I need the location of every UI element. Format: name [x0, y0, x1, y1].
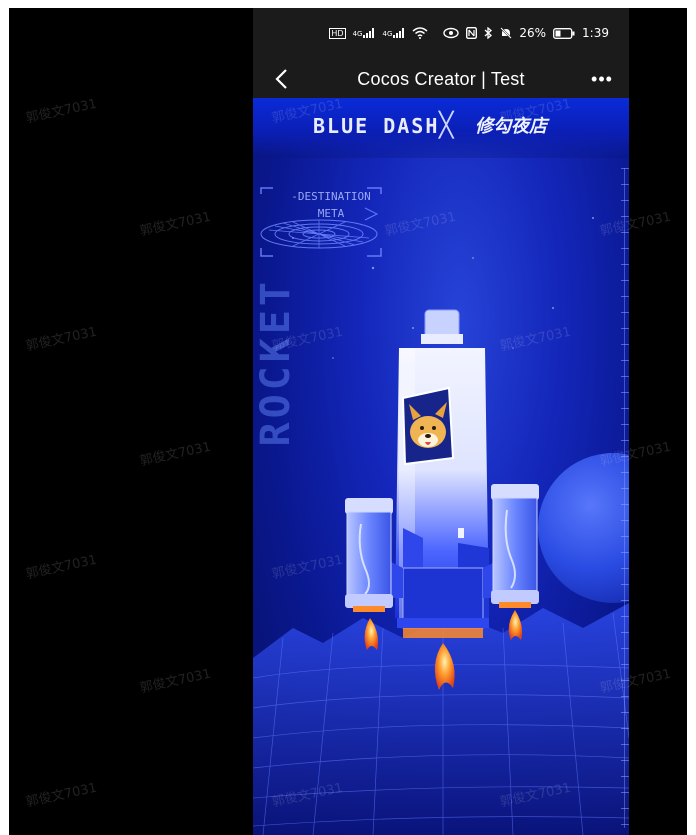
more-dots-icon: ••• — [591, 68, 613, 89]
nfc-icon — [466, 27, 478, 39]
partner-logo: 修勾夜店 — [475, 116, 547, 137]
watermark: 郭俊文7031 — [24, 96, 99, 127]
watermark: 郭俊文7031 — [24, 552, 99, 583]
watermark: 郭俊文7031 — [138, 439, 213, 470]
destination-label: -DESTINATION META — [271, 188, 391, 222]
destination-line-2: META — [317, 207, 345, 220]
side-ruler-ticks — [621, 168, 629, 828]
back-arrow-icon — [275, 69, 287, 89]
phone-screen: HD 4G 4G 26% 1:39 Cocos Creator | Test •… — [253, 8, 629, 835]
page-title: Cocos Creator | Test — [357, 69, 525, 89]
video-frame: HD 4G 4G 26% 1:39 Cocos Creator | Test •… — [9, 8, 687, 835]
game-canvas[interactable]: BLUE DASH ╳ 修勾夜店 -DESTINATION META ROCKE… — [253, 98, 629, 835]
signal-2-icon: 4G — [382, 28, 405, 38]
rocket — [345, 309, 539, 638]
signal-icon: 4G — [353, 28, 376, 38]
watermark: 郭俊文7031 — [138, 209, 213, 240]
wifi-icon — [412, 27, 428, 39]
nav-bar: Cocos Creator | Test ••• — [253, 60, 629, 98]
watermark: 郭俊文7031 — [138, 666, 213, 697]
hd-icon: HD — [329, 27, 346, 39]
watermark: 郭俊文7031 — [24, 780, 99, 811]
bluetooth-icon — [484, 27, 493, 39]
destination-line-1: -DESTINATION — [291, 190, 371, 203]
brand-separator: ╳ — [439, 112, 454, 139]
back-button[interactable] — [267, 64, 295, 94]
clock-time: 1:39 — [582, 26, 609, 40]
signal-bars-2-icon — [393, 28, 405, 38]
battery-icon — [553, 27, 575, 39]
more-options-button[interactable]: ••• — [587, 64, 617, 94]
status-bar: HD 4G 4G 26% 1:39 — [253, 8, 629, 60]
signal-bars-icon — [363, 28, 375, 38]
planet — [538, 453, 629, 603]
brand-logo-blue-dash: BLUE DASH — [313, 114, 440, 138]
eye-icon — [443, 27, 460, 39]
watermark: 郭俊文7031 — [24, 324, 99, 355]
rocket-vertical-text: ROCKET — [253, 278, 299, 447]
battery-percent: 26% — [519, 26, 547, 40]
mute-icon — [500, 27, 513, 39]
status-icons: HD 4G 4G 26% 1:39 — [329, 26, 609, 40]
